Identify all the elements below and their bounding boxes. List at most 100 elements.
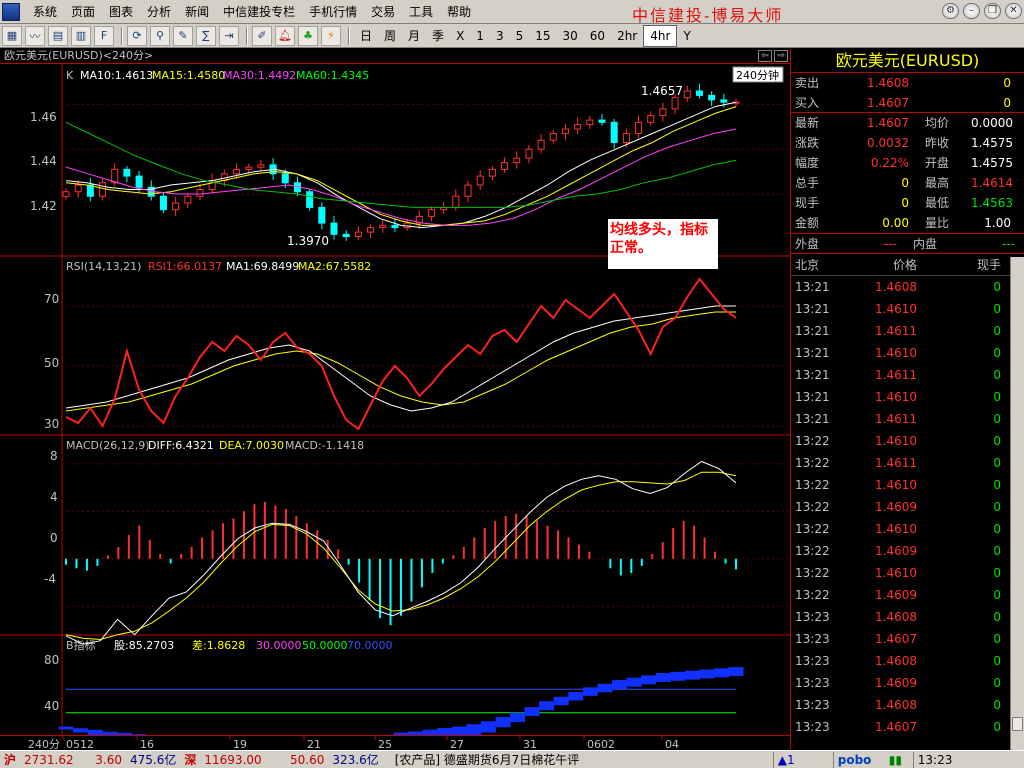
candle-body <box>561 128 569 135</box>
tick-volume: 0 <box>993 434 1001 448</box>
alarm-icon[interactable]: 🔔︎ <box>275 25 295 46</box>
macd-tick-0: 0 <box>50 531 58 545</box>
stat-value: 0.0032 <box>867 136 909 150</box>
formula-icon[interactable]: ∑ <box>196 25 216 46</box>
minimize-icon[interactable]: – <box>963 3 980 19</box>
clock: 13:23 <box>912 751 957 768</box>
chart-icon[interactable]: ▦ <box>2 25 22 46</box>
tick-volume: 0 <box>993 302 1001 316</box>
kline-legend-ma15: MA15:1.4580 <box>152 69 225 82</box>
indicator-icon[interactable]: ♣ <box>298 25 318 46</box>
price-tick-142: 1.42 <box>30 199 57 213</box>
chart-area[interactable]: 欧元美元(EURUSD)<240分> ⇦ ⇨ K MA10:1.4613 MA1… <box>0 49 790 750</box>
menu-mobile-quotes[interactable]: 手机行情 <box>302 1 364 23</box>
f10-icon[interactable]: F <box>94 25 114 46</box>
export-icon[interactable]: ⇥ <box>219 25 239 46</box>
b-band-segment <box>58 726 74 730</box>
scrollbar-thumb[interactable] <box>1012 717 1023 731</box>
arrow-left-icon[interactable]: ⇦ <box>758 50 772 62</box>
candle-body <box>86 184 94 197</box>
period-month[interactable]: 月 <box>402 26 426 46</box>
stat-value: 0 <box>901 176 909 190</box>
tick-header-volume: 现手 <box>976 258 1001 272</box>
close-icon[interactable]: ✕ <box>1005 3 1022 19</box>
restore-icon[interactable]: ❐ <box>984 3 1001 19</box>
table-icon[interactable]: ▥ <box>71 25 91 46</box>
period-year[interactable]: Y <box>677 26 696 46</box>
refresh-icon[interactable]: ⟳ <box>127 25 147 46</box>
tick-price: 1.4611 <box>875 412 917 426</box>
tick-price: 1.4607 <box>875 720 917 734</box>
period-day[interactable]: 日 <box>354 26 378 46</box>
stat-label: 总手 <box>795 176 820 190</box>
grid-icon[interactable]: ▤ <box>48 25 68 46</box>
b-band-segment <box>655 673 671 682</box>
settings-icon[interactable]: ⚙ <box>942 3 959 19</box>
period-week[interactable]: 周 <box>378 26 402 46</box>
arrow-right-icon[interactable]: ⇨ <box>774 50 788 62</box>
zoom-in-icon[interactable]: ⚲ <box>150 25 170 46</box>
sz-label: 深 <box>184 752 197 767</box>
tick-row: 13:23 1.4608 0 <box>791 694 1024 716</box>
tick-price: 1.4607 <box>875 632 917 646</box>
menu-news[interactable]: 新闻 <box>178 1 216 23</box>
menu-citic-column[interactable]: 中信建投专栏 <box>216 1 302 23</box>
tick-price: 1.4610 <box>875 302 917 316</box>
tick-volume: 0 <box>993 698 1001 712</box>
menu-help[interactable]: 帮助 <box>440 1 478 23</box>
tick-time: 13:21 <box>795 280 830 294</box>
period-x[interactable]: X <box>450 26 470 46</box>
candle-body <box>172 202 180 211</box>
line-icon[interactable]: 〰 <box>25 25 45 46</box>
menu-system[interactable]: 系统 <box>26 1 64 23</box>
window-controls: ⚙ – ❐ ✕ <box>942 3 1022 19</box>
stat-label: 现手 <box>795 196 820 210</box>
tick-row: 13:23 1.4609 0 <box>791 672 1024 694</box>
tick-row: 13:23 1.4608 0 <box>791 650 1024 672</box>
rsi-legend-ma2: MA2:67.5582 <box>298 260 371 273</box>
period-5min[interactable]: 5 <box>510 26 530 46</box>
lightning-icon[interactable]: ⚡︎ <box>321 25 341 46</box>
b-band-segment <box>480 721 496 733</box>
candle-body <box>488 168 496 177</box>
tick-time: 13:21 <box>795 346 830 360</box>
menu-bar: 系统 页面 图表 分析 新闻 中信建投专栏 手机行情 交易 工具 帮助 中信建投… <box>0 0 1024 25</box>
stat-label: 均价 <box>925 116 950 130</box>
stat-value: 0.00 <box>882 216 909 230</box>
menu-tools[interactable]: 工具 <box>402 1 440 23</box>
tick-row: 13:22 1.4609 0 <box>791 496 1024 518</box>
period-2hr[interactable]: 2hr <box>611 26 643 46</box>
period-1min[interactable]: 1 <box>470 26 490 46</box>
stat-value: 1.4575 <box>971 156 1013 170</box>
macd-legend-dea: DEA:7.0030 <box>219 439 284 452</box>
period-30min[interactable]: 30 <box>557 26 584 46</box>
tick-row: 13:21 1.4611 0 <box>791 364 1024 386</box>
draw-icon[interactable]: ✎ <box>173 25 193 46</box>
stat-label: 最低 <box>925 196 950 210</box>
alert-count[interactable]: ▲1 <box>772 751 833 768</box>
tick-price: 1.4609 <box>875 588 917 602</box>
tick-scrollbar[interactable] <box>1010 257 1024 750</box>
quote-stat-row: 幅度 0.22% 开盘 1.4575 <box>791 153 1024 173</box>
period-15min[interactable]: 15 <box>529 26 556 46</box>
menu-chart[interactable]: 图表 <box>102 1 140 23</box>
period-quarter[interactable]: 季 <box>426 26 450 46</box>
period-4hr[interactable]: 4hr <box>643 24 678 47</box>
menu-page[interactable]: 页面 <box>64 1 102 23</box>
tick-volume: 0 <box>993 368 1001 382</box>
candle-body <box>537 139 545 150</box>
edit-icon[interactable]: ✐ <box>252 25 272 46</box>
tick-time: 13:23 <box>795 676 830 690</box>
candle-body <box>257 164 265 168</box>
tick-price: 1.4610 <box>875 478 917 492</box>
b-band-segment <box>73 728 89 733</box>
stat-label: 量比 <box>925 216 950 230</box>
period-3min[interactable]: 3 <box>490 26 510 46</box>
period-60min[interactable]: 60 <box>584 26 611 46</box>
menu-trade[interactable]: 交易 <box>364 1 402 23</box>
macd-pane: MACD(26,12,9) DIFF:6.4321 DEA:7.0030 MAC… <box>44 439 364 586</box>
menu-analysis[interactable]: 分析 <box>140 1 178 23</box>
inner-value: --- <box>1002 237 1015 251</box>
news-ticker[interactable]: [农产品] 德盛期货6月7日棉花午评 <box>383 752 773 768</box>
stat-label: 最新 <box>795 116 820 130</box>
